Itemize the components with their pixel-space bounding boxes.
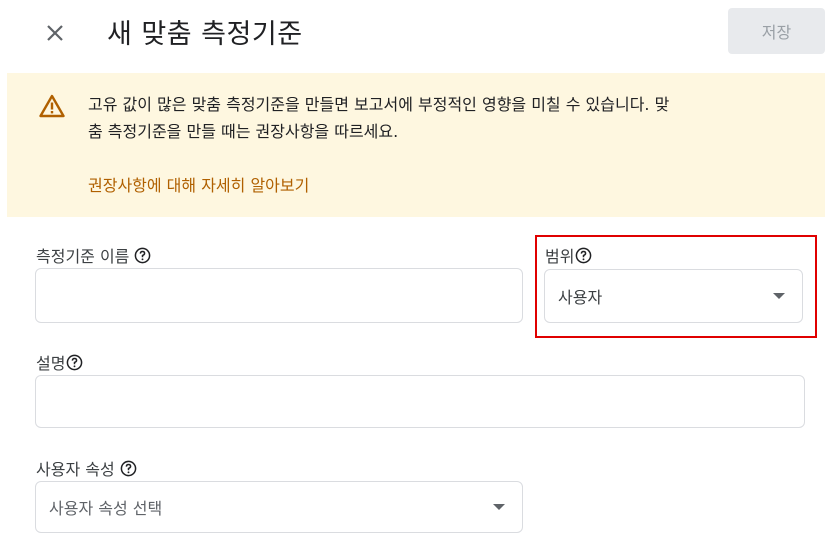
scope-label: 범위 xyxy=(545,243,592,267)
warning-message: 고유 값이 많은 맞춤 측정기준을 만들면 보고서에 부정적인 영향을 미칠 수… xyxy=(88,91,813,145)
dimension-name-label: 측정기준 이름 xyxy=(36,243,151,267)
dimension-name-input[interactable] xyxy=(35,268,523,323)
page-title: 새 맞춤 측정기준 xyxy=(107,19,303,50)
scope-select[interactable]: 사용자 xyxy=(544,269,803,323)
warning-icon xyxy=(39,94,65,118)
close-button[interactable] xyxy=(40,18,70,48)
scope-selected-value: 사용자 xyxy=(558,288,603,307)
chevron-down-icon xyxy=(773,293,785,299)
help-icon[interactable] xyxy=(134,247,151,264)
user-property-label: 사용자 속성 xyxy=(36,456,137,480)
user-property-label-text: 사용자 속성 xyxy=(36,460,115,479)
learn-more-link[interactable]: 권장사항에 대해 자세히 알아보기 xyxy=(88,172,309,196)
warning-banner: 고유 값이 많은 맞춤 측정기준을 만들면 보고서에 부정적인 영향을 미칠 수… xyxy=(7,73,825,217)
warning-message-line-2: 춤 측정기준을 만들 때는 권장사항을 따르세요. xyxy=(88,122,399,141)
help-icon[interactable] xyxy=(66,354,83,371)
dimension-name-label-text: 측정기준 이름 xyxy=(36,247,130,266)
help-icon[interactable] xyxy=(120,460,137,477)
description-label-text: 설명 xyxy=(36,354,66,373)
scope-label-text: 범위 xyxy=(545,247,575,266)
close-icon xyxy=(47,25,63,41)
user-property-placeholder: 사용자 속성 선택 xyxy=(49,499,163,518)
custom-dimension-dialog: 새 맞춤 측정기준 저장 고유 값이 많은 맞춤 측정기준을 만들면 보고서에 … xyxy=(0,0,834,545)
help-icon[interactable] xyxy=(575,247,592,264)
description-label: 설명 xyxy=(36,350,83,374)
warning-message-line-1: 고유 값이 많은 맞춤 측정기준을 만들면 보고서에 부정적인 영향을 미칠 수… xyxy=(88,95,670,114)
user-property-select[interactable]: 사용자 속성 선택 xyxy=(35,481,523,533)
save-button[interactable]: 저장 xyxy=(728,8,825,54)
description-input[interactable] xyxy=(35,375,805,428)
chevron-down-icon xyxy=(493,504,505,510)
